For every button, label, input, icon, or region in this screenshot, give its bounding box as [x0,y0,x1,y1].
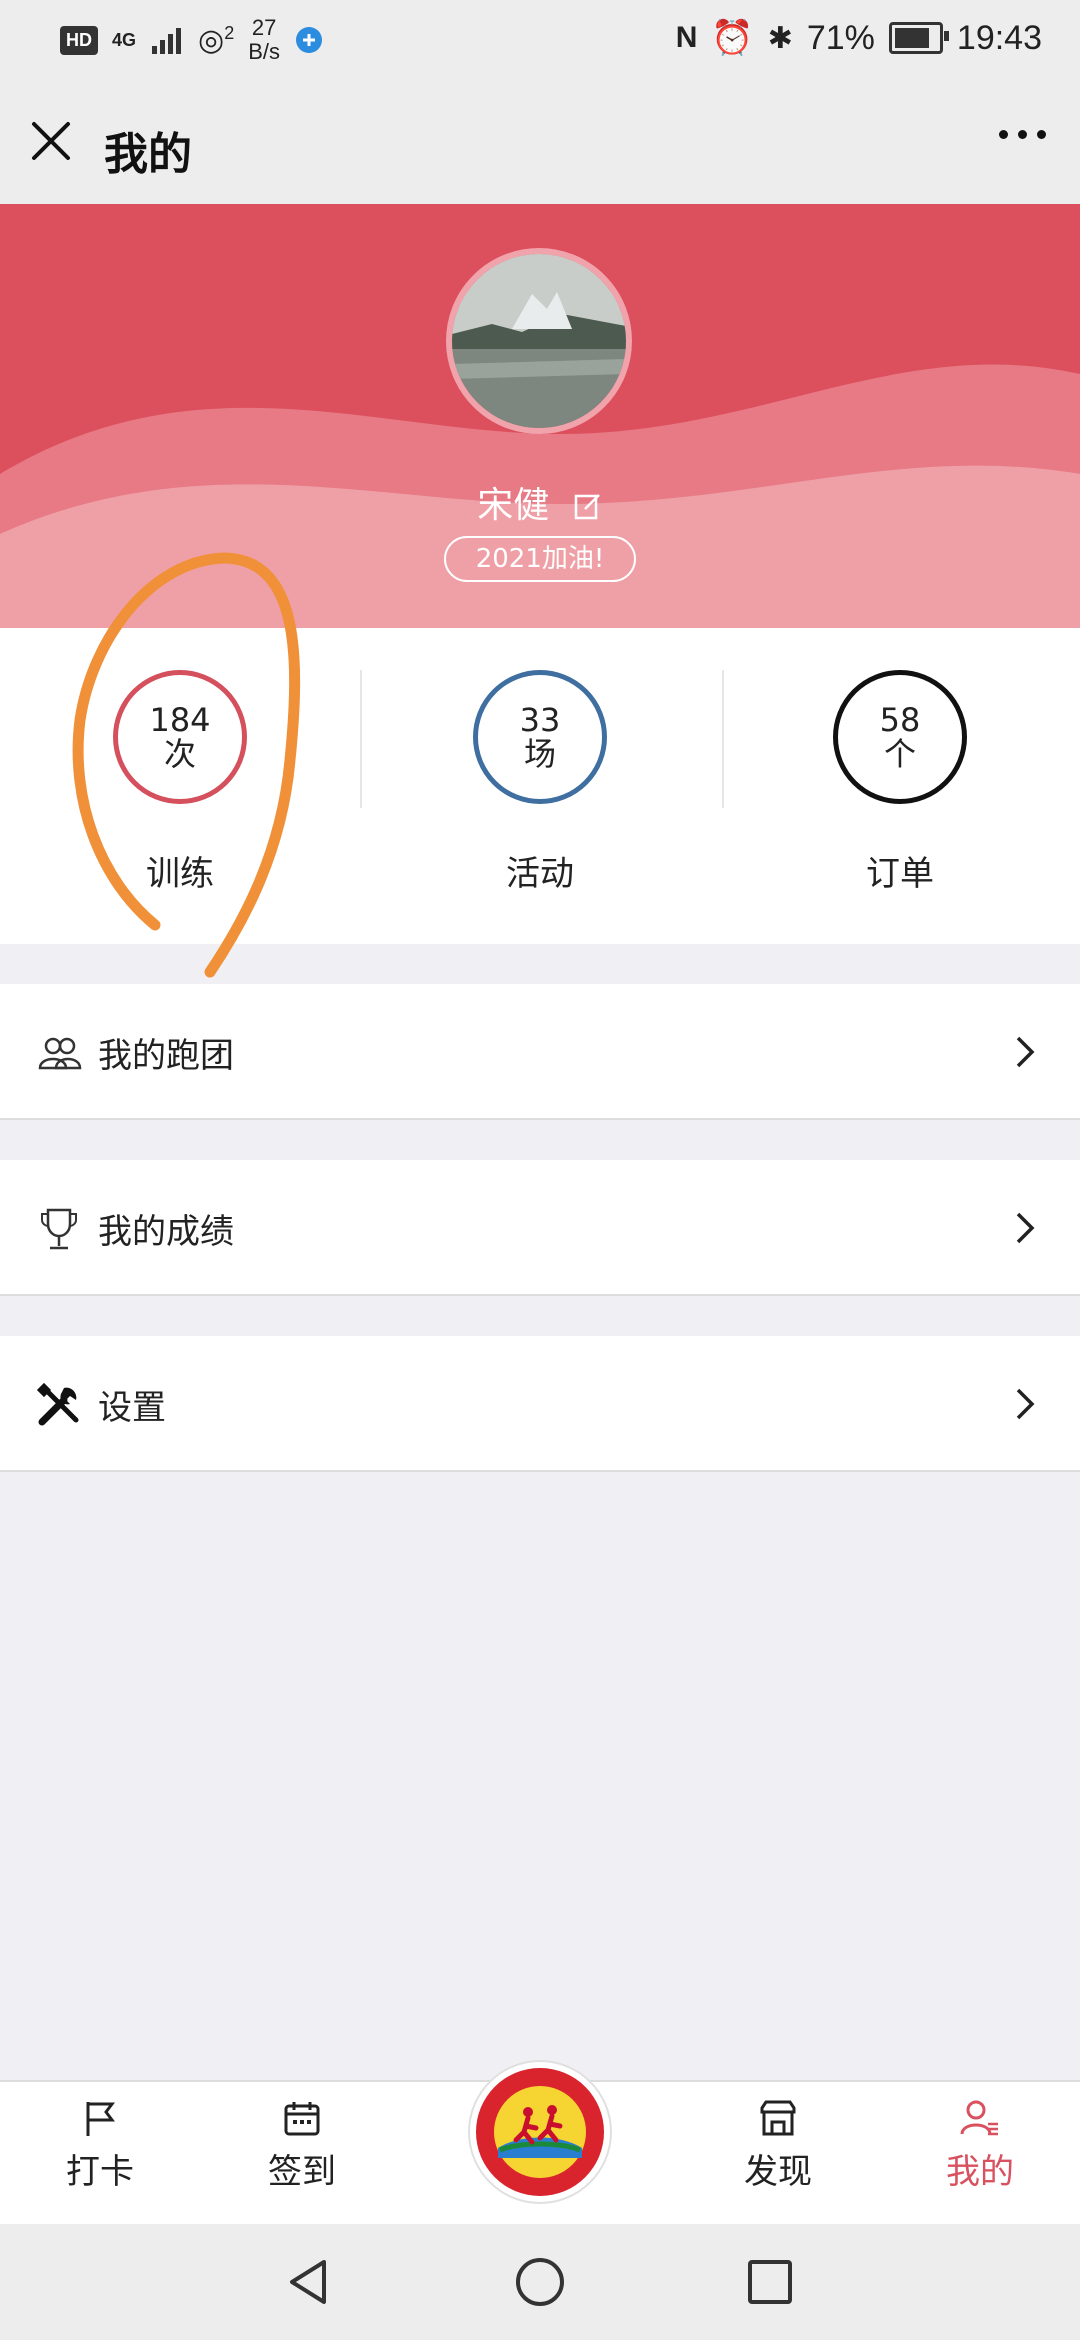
chevron-right-icon [1016,1388,1035,1420]
hd-badge: HD [60,25,98,55]
tab-checkin[interactable]: 打卡 [40,2098,160,2193]
stat-label: 训练 [146,854,214,894]
stat-unit: 个 [883,735,916,773]
stat-training[interactable]: 184 次 训练 [0,670,360,895]
profile-header: 宋健 2021加油! [0,204,1080,628]
menu-item-settings[interactable]: 设置 [0,1336,1080,1472]
stat-unit: 场 [523,735,556,773]
nfc-icon: N [675,21,698,54]
calendar-icon [284,2102,320,2136]
page-title: 我的 [104,129,192,180]
user-name: 宋健 [477,485,550,526]
network-label: 4G [112,30,137,50]
tools-icon [36,1382,79,1426]
back-icon[interactable] [282,2256,334,2308]
edit-icon[interactable] [573,492,603,522]
stat-ring: 33 场 [473,670,607,804]
battery-fill [894,28,929,48]
tab-label: 发现 [744,2152,812,2192]
chevron-right-icon [1016,1212,1035,1244]
close-icon[interactable] [28,118,74,164]
stat-number: 184 [149,701,211,739]
tab-label: 我的 [946,2152,1014,2192]
trophy-icon [41,1208,77,1250]
tab-discover[interactable]: 发现 [718,2098,838,2193]
stat-ring: 58 个 [833,670,967,804]
status-right: N ⏰ ✱ 71% 19:43 [676,18,1042,58]
tab-label: 签到 [268,2152,336,2192]
tab-signin[interactable]: 签到 [242,2098,362,2193]
tab-label: 打卡 [66,2152,134,2192]
clock: 19:43 [956,18,1042,57]
more-icon[interactable] [999,130,1046,139]
stat-number: 33 [519,701,561,739]
battery-percent: 71% [806,18,875,57]
tab-mine[interactable]: 我的 [920,2098,1040,2193]
stat-label: 活动 [506,854,574,894]
recents-icon[interactable] [744,2256,796,2308]
chevron-right-icon [1016,1036,1035,1068]
home-icon[interactable] [514,2256,566,2308]
signal-icon [152,28,182,54]
user-name-row[interactable]: 宋健 [0,476,1080,528]
stat-activity[interactable]: 33 场 活动 [360,670,720,895]
avatar-photo [452,254,626,428]
avatar[interactable] [446,248,632,434]
stat-ring: 184 次 [113,670,247,804]
menu-item-my-results[interactable]: 我的成绩 [0,1160,1080,1296]
alarm-icon: ⏰ [711,19,754,57]
menu-label: 设置 [98,1388,166,1428]
system-nav-bar [0,2224,1080,2340]
club-logo [476,2068,604,2196]
menu-label: 我的跑团 [98,1036,234,1076]
app-notification-icon [296,27,323,53]
stat-orders[interactable]: 58 个 订单 [720,670,1080,895]
menu-item-my-team[interactable]: 我的跑团 [0,984,1080,1120]
user-icon [960,2100,998,2136]
store-icon [760,2100,796,2136]
motto-badge: 2021加油! [444,536,636,582]
stats-panel: 184 次 训练 33 场 活动 58 个 订单 [0,628,1080,944]
status-bar: HD 4G ◎2 27 B/s N ⏰ ✱ 71% 19:43 [0,0,1080,80]
club-logo-button[interactable] [470,2062,610,2202]
group-icon [38,1037,82,1070]
menu-label: 我的成绩 [98,1212,234,1252]
network-speed: 27 B/s [248,15,281,64]
hotspot-count: 2 [224,22,235,43]
stat-unit: 次 [163,735,196,773]
flag-icon [86,2102,115,2136]
nav-bar: 我的 [0,80,1080,204]
stat-label: 订单 [866,854,934,894]
status-left: HD 4G ◎2 27 B/s [60,16,324,64]
stat-number: 58 [879,701,921,739]
hotspot-icon: ◎2 [198,22,235,57]
battery-icon [888,22,949,54]
bluetooth-icon: ✱ [767,21,793,55]
